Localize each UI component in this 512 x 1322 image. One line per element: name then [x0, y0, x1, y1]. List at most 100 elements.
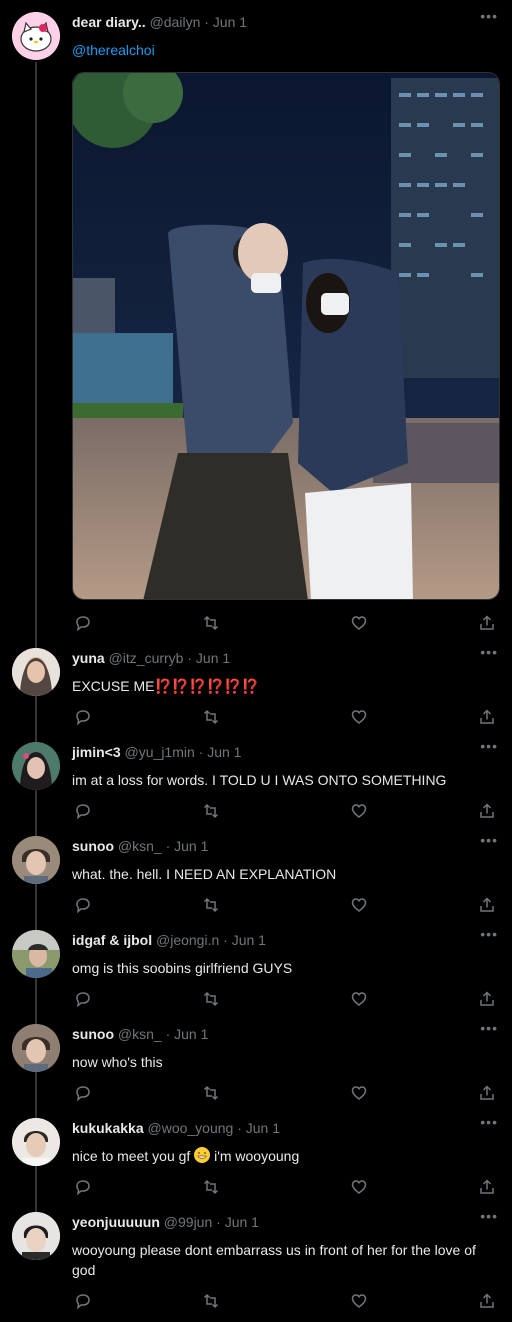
- avatar[interactable]: [12, 836, 60, 884]
- display-name[interactable]: yeonjuuuuun: [72, 1214, 160, 1230]
- more-options-button[interactable]: •••: [480, 926, 498, 942]
- reply-button[interactable]: [72, 1176, 94, 1198]
- retweet-button[interactable]: [200, 1082, 222, 1104]
- share-icon: [480, 1179, 494, 1194]
- avatar[interactable]: [12, 12, 60, 60]
- retweet-button[interactable]: [200, 800, 222, 822]
- retweet-button[interactable]: [200, 1290, 222, 1312]
- display-name[interactable]: sunoo: [72, 838, 114, 854]
- share-button[interactable]: [476, 1082, 498, 1104]
- more-options-button[interactable]: •••: [480, 1020, 498, 1036]
- display-name[interactable]: dear diary..: [72, 14, 146, 30]
- tweet-actions: [72, 988, 498, 1010]
- tweet-header: kukukakka @woo_young · Jun 1: [72, 1118, 280, 1138]
- reply-button[interactable]: [72, 988, 94, 1010]
- share-button[interactable]: [476, 800, 498, 822]
- tweet-text: EXCUSE ME⁉️⁉️⁉️⁉️⁉️⁉️: [72, 676, 492, 696]
- retweet-button[interactable]: [200, 988, 222, 1010]
- tweet-header: dear diary.. @dailyn · Jun 1: [72, 12, 247, 32]
- handle[interactable]: @woo_young: [148, 1120, 234, 1136]
- share-button[interactable]: [476, 706, 498, 728]
- tweet-header: sunoo @ksn_ · Jun 1: [72, 1024, 208, 1044]
- handle[interactable]: @itz_curryb: [109, 650, 184, 666]
- handle[interactable]: @jeongi.n: [156, 932, 219, 948]
- person-avatar-icon: [12, 1118, 60, 1166]
- timestamp[interactable]: · Jun 1: [237, 1120, 280, 1136]
- grinning-face-emoji-icon: [194, 1147, 211, 1163]
- share-button[interactable]: [476, 1290, 498, 1312]
- like-button[interactable]: [348, 894, 370, 916]
- reply-button[interactable]: [72, 1290, 94, 1312]
- like-button[interactable]: [348, 1082, 370, 1104]
- heart-icon: [351, 992, 367, 1006]
- more-options-button[interactable]: •••: [480, 8, 498, 24]
- avatar[interactable]: [12, 1118, 60, 1166]
- reply-tweet: yuna @itz_curryb · Jun 1 ••• EXCUSE ME⁉️…: [0, 644, 512, 734]
- timestamp[interactable]: · Jun 1: [199, 744, 242, 760]
- reply-button[interactable]: [72, 800, 94, 822]
- tweet-text-suffix: i'm wooyoung: [214, 1148, 300, 1164]
- like-button[interactable]: [348, 1290, 370, 1312]
- tweet-photo[interactable]: [72, 72, 500, 600]
- tweet-text: im at a loss for words. I TOLD U I WAS O…: [72, 772, 447, 788]
- reply-button[interactable]: [72, 1082, 94, 1104]
- display-name[interactable]: idgaf & ijbol: [72, 932, 152, 948]
- display-name[interactable]: sunoo: [72, 1026, 114, 1042]
- reply-icon: [76, 804, 90, 820]
- avatar[interactable]: [12, 648, 60, 696]
- retweet-button[interactable]: [200, 612, 222, 634]
- timestamp[interactable]: · Jun 1: [166, 838, 209, 854]
- retweet-button[interactable]: [200, 1176, 222, 1198]
- more-options-button[interactable]: •••: [480, 832, 498, 848]
- share-button[interactable]: [476, 612, 498, 634]
- avatar[interactable]: [12, 1024, 60, 1072]
- tweet-header: yeonjuuuuun @99jun · Jun 1: [72, 1212, 259, 1232]
- like-button[interactable]: [348, 800, 370, 822]
- share-icon: [480, 1293, 494, 1308]
- tweet-text-main: nice to meet you gf: [72, 1148, 191, 1164]
- timestamp[interactable]: · Jun 1: [216, 1214, 259, 1230]
- display-name[interactable]: jimin<3: [72, 744, 121, 760]
- handle[interactable]: @ksn_: [118, 838, 162, 854]
- more-options-button[interactable]: •••: [480, 644, 498, 660]
- person-avatar-icon: [12, 1212, 60, 1260]
- handle[interactable]: @yu_j1min: [125, 744, 195, 760]
- handle[interactable]: @99jun: [164, 1214, 212, 1230]
- timestamp[interactable]: · Jun 1: [187, 650, 230, 666]
- like-button[interactable]: [348, 988, 370, 1010]
- share-icon: [480, 897, 494, 912]
- reply-button[interactable]: [72, 894, 94, 916]
- more-options-button[interactable]: •••: [480, 1208, 498, 1224]
- more-options-button[interactable]: •••: [480, 738, 498, 754]
- like-button[interactable]: [348, 612, 370, 634]
- avatar[interactable]: [12, 742, 60, 790]
- avatar[interactable]: [12, 1212, 60, 1260]
- more-options-button[interactable]: •••: [480, 1114, 498, 1130]
- timestamp[interactable]: · Jun 1: [223, 932, 266, 948]
- person-avatar-icon: [12, 1024, 60, 1072]
- share-button[interactable]: [476, 894, 498, 916]
- timestamp[interactable]: · Jun 1: [204, 14, 247, 30]
- person-avatar-icon: [12, 742, 60, 790]
- handle[interactable]: @ksn_: [118, 1026, 162, 1042]
- like-button[interactable]: [348, 706, 370, 728]
- mention-link[interactable]: @therealchoi: [72, 42, 155, 58]
- retweet-button[interactable]: [200, 706, 222, 728]
- share-button[interactable]: [476, 988, 498, 1010]
- tweet-text: what. the. hell. I NEED AN EXPLANATION: [72, 866, 337, 882]
- avatar[interactable]: [12, 930, 60, 978]
- retweet-button[interactable]: [200, 894, 222, 916]
- handle[interactable]: @dailyn: [150, 14, 201, 30]
- heart-icon: [351, 1086, 367, 1100]
- person-avatar-icon: [12, 836, 60, 884]
- tweet-text: nice to meet you gf i'm wooyoung: [72, 1146, 492, 1166]
- share-button[interactable]: [476, 1176, 498, 1198]
- reply-button[interactable]: [72, 706, 94, 728]
- timestamp[interactable]: · Jun 1: [166, 1026, 209, 1042]
- display-name[interactable]: yuna: [72, 650, 105, 666]
- tweet-header: idgaf & ijbol @jeongi.n · Jun 1: [72, 930, 266, 950]
- like-button[interactable]: [348, 1176, 370, 1198]
- display-name[interactable]: kukukakka: [72, 1120, 144, 1136]
- reply-button[interactable]: [72, 612, 94, 634]
- tweet-actions: [72, 1082, 498, 1104]
